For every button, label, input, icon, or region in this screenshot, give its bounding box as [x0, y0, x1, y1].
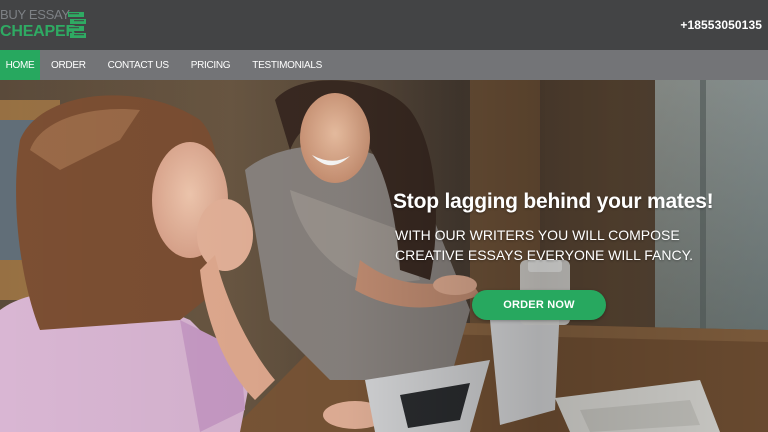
top-header: BUY ESSAY CHEAPER +18553050135: [0, 0, 768, 50]
nav-item-order[interactable]: ORDER: [40, 50, 97, 80]
nav-item-pricing[interactable]: PRICING: [180, 50, 242, 80]
main-nav: HOME ORDER CONTACT US PRICING TESTIMONIA…: [0, 50, 768, 80]
phone-number[interactable]: +18553050135: [680, 18, 762, 32]
nav-item-contact-us[interactable]: CONTACT US: [97, 50, 180, 80]
hero-section: Stop lagging behind your mates! WITH OUR…: [0, 80, 768, 432]
logo-text-line1: BUY ESSAY: [0, 7, 70, 22]
logo[interactable]: BUY ESSAY CHEAPER: [0, 8, 100, 42]
hero-subtitle: WITH OUR WRITERS YOU WILL COMPOSE CREATI…: [395, 227, 693, 263]
nav-item-testimonials[interactable]: TESTIMONIALS: [241, 50, 333, 80]
book-stack-icon: [68, 12, 86, 38]
order-now-button[interactable]: ORDER NOW: [472, 290, 606, 320]
page: BUY ESSAY CHEAPER +18553050135 HOME ORDE…: [0, 0, 768, 432]
nav-item-home[interactable]: HOME: [0, 50, 40, 80]
hero-title: Stop lagging behind your mates!: [393, 190, 714, 213]
